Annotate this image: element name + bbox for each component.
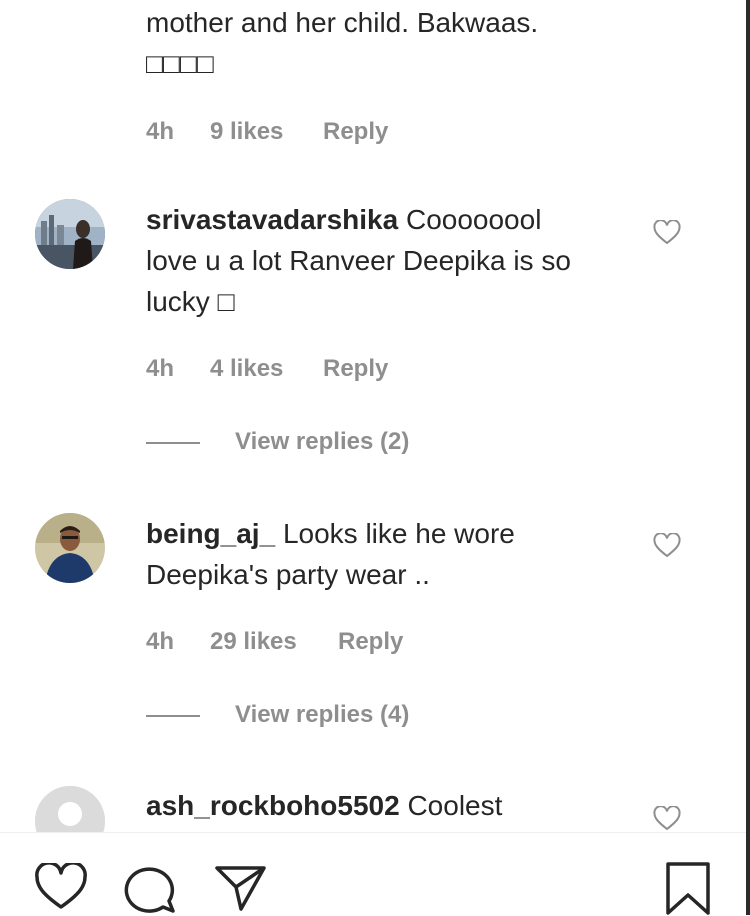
comment-username[interactable]: srivastavadarshika — [146, 204, 398, 235]
comment-time: 4h — [146, 628, 175, 655]
likes-count[interactable]: 4 likes — [210, 355, 283, 383]
emoji-text: □□□□ — [146, 48, 214, 79]
heart-icon[interactable] — [653, 806, 681, 832]
comment-text: being_aj_ Looks like he wore Deepika's p… — [146, 518, 515, 590]
comment-time: 4h — [146, 355, 175, 382]
likes-count[interactable]: 29 likes — [210, 628, 297, 656]
divider — [146, 715, 200, 717]
avatar[interactable] — [35, 513, 105, 583]
heart-icon[interactable] — [653, 533, 681, 559]
comment-username[interactable]: being_aj_ — [146, 518, 275, 549]
comment-username[interactable]: ash_rockboho5502 — [146, 790, 400, 821]
window-edge — [746, 0, 750, 915]
comment-text: mother and her child. Bakwaas. □□□□ — [146, 7, 539, 79]
bookmark-icon[interactable] — [664, 861, 712, 915]
share-icon[interactable] — [214, 863, 268, 913]
avatar[interactable] — [35, 199, 105, 269]
view-replies-label: View replies (4) — [235, 701, 410, 728]
likes-count[interactable]: 9 likes — [210, 118, 283, 146]
divider — [146, 442, 200, 444]
heart-icon[interactable] — [653, 220, 681, 246]
view-replies-label: View replies (2) — [235, 428, 410, 455]
avatar[interactable] — [35, 786, 105, 832]
reply-button[interactable]: Reply — [323, 355, 388, 383]
heart-icon[interactable] — [34, 863, 88, 911]
comment-text: srivastavadarshika Coooooool love u a lo… — [146, 204, 571, 317]
reply-button[interactable]: Reply — [323, 118, 388, 146]
action-bar — [0, 832, 746, 916]
comment-time: 4h — [146, 118, 175, 145]
comment-icon[interactable] — [123, 863, 179, 913]
comments-list: mother and her child. Bakwaas. □□□□ 4h 9… — [0, 0, 746, 832]
comment-text: ash_rockboho5502 Coolest — [146, 790, 503, 821]
reply-button[interactable]: Reply — [338, 628, 403, 656]
